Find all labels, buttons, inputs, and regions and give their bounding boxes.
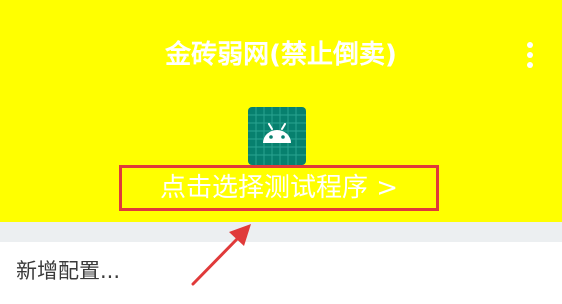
more-vert-icon <box>527 42 533 48</box>
more-vert-icon-dot <box>527 52 533 58</box>
app-header: 金砖弱网(禁止倒卖) 点击选择测试程序 > <box>0 0 562 222</box>
more-options-button[interactable] <box>516 40 544 70</box>
app-title: 金砖弱网(禁止倒卖) <box>165 40 397 70</box>
android-icon <box>248 107 306 165</box>
add-config-item[interactable]: 新增配置... <box>0 242 562 304</box>
add-config-label: 新增配置... <box>16 259 121 283</box>
android-app-icon[interactable] <box>248 107 306 165</box>
choose-test-program-button[interactable]: 点击选择测试程序 > <box>119 165 439 211</box>
more-vert-icon-dot <box>527 62 533 68</box>
section-divider <box>0 222 562 242</box>
